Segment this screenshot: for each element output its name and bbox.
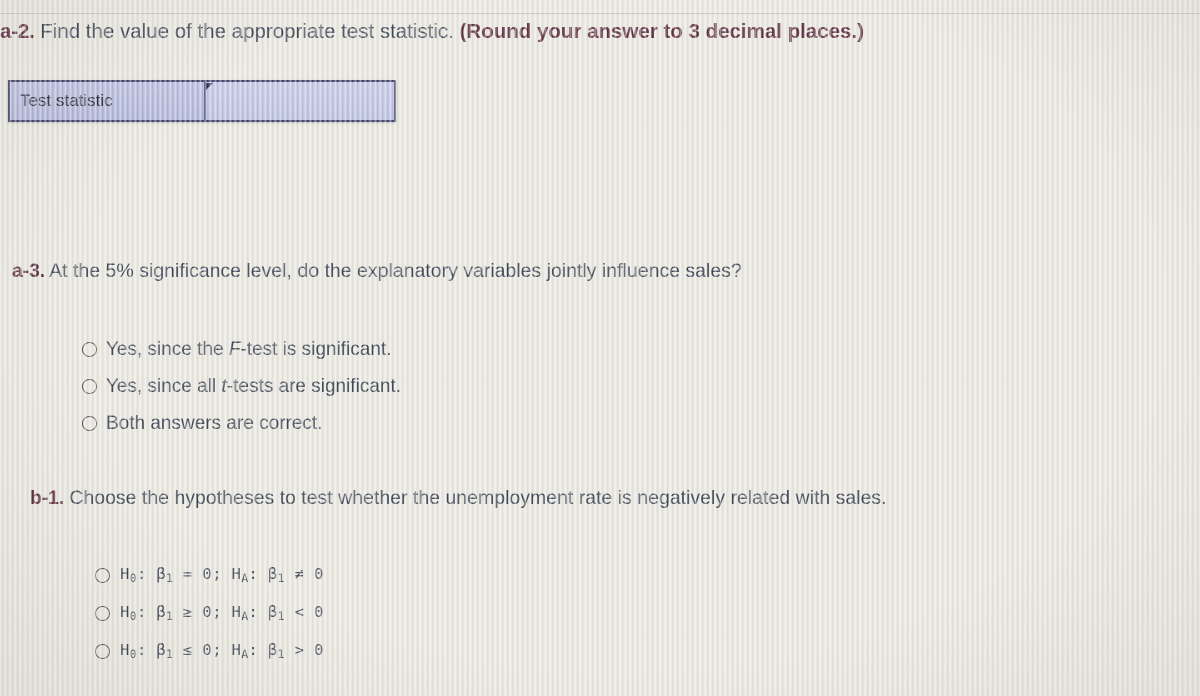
question-a3-label: a-3. [12, 260, 45, 282]
radio-button-icon[interactable] [95, 605, 110, 621]
b1-option-3-label: H0: β1 ≤ 0; HA: β1 > 0 [120, 640, 324, 662]
radio-button-icon[interactable] [82, 342, 97, 357]
test-statistic-answer-table: Test statistic [8, 80, 396, 122]
a3-option-2[interactable]: Yes, since all t-tests are significant. [82, 368, 401, 405]
question-a3-heading: a-3. At the 5% significance level, do th… [12, 260, 742, 283]
b1-option-1-label: H0: β1 = 0; HA: β1 ≠ 0 [120, 564, 324, 586]
a3-option-3[interactable]: Both answers are correct. [82, 405, 401, 442]
question-b1-heading: b-1. Choose the hypotheses to test wheth… [30, 487, 887, 510]
question-a2-rounding-note: (Round your answer to 3 decimal places.) [459, 20, 864, 43]
a3-option-1-label: Yes, since the F-test is significant. [106, 338, 392, 360]
worksheet-content: a-2. Find the value of the appropriate t… [0, 0, 1200, 696]
question-a3-prompt: At the 5% significance level, do the exp… [44, 260, 742, 282]
radio-button-icon[interactable] [82, 379, 97, 394]
b1-option-2-label: H0: β1 ≥ 0; HA: β1 < 0 [120, 602, 324, 624]
question-a3-options: Yes, since the F-test is significant. Ye… [82, 331, 401, 442]
question-b1-options: H0: β1 = 0; HA: β1 ≠ 0 H0: β1 ≥ 0; HA: β… [95, 556, 324, 670]
test-statistic-label-text: Test statistic [20, 91, 113, 110]
screen-photo: a-2. Find the value of the appropriate t… [0, 0, 1200, 696]
question-b1-label: b-1. [30, 487, 64, 509]
question-a2-heading: a-2. Find the value of the appropriate t… [0, 20, 864, 44]
b1-option-3[interactable]: H0: β1 ≤ 0; HA: β1 > 0 [95, 632, 324, 670]
radio-button-icon[interactable] [82, 416, 97, 431]
b1-option-1[interactable]: H0: β1 = 0; HA: β1 ≠ 0 [95, 556, 324, 594]
test-statistic-input[interactable] [206, 82, 394, 120]
question-a2-label: a-2. [0, 20, 35, 43]
cell-corner-marker-icon [206, 83, 213, 90]
test-statistic-row-label: Test statistic [10, 82, 206, 120]
a3-option-3-label: Both answers are correct. [106, 412, 323, 434]
a3-option-2-label: Yes, since all t-tests are significant. [106, 375, 402, 397]
a3-option-1[interactable]: Yes, since the F-test is significant. [82, 331, 401, 368]
b1-option-2[interactable]: H0: β1 ≥ 0; HA: β1 < 0 [95, 594, 324, 632]
question-a2-prompt: Find the value of the appropriate test s… [34, 20, 460, 43]
test-statistic-input-cell[interactable] [206, 82, 394, 120]
radio-button-icon[interactable] [95, 643, 110, 659]
screen-edge-line [0, 13, 1200, 14]
question-b1-prompt: Choose the hypotheses to test whether th… [63, 487, 887, 509]
radio-button-icon[interactable] [95, 567, 110, 583]
